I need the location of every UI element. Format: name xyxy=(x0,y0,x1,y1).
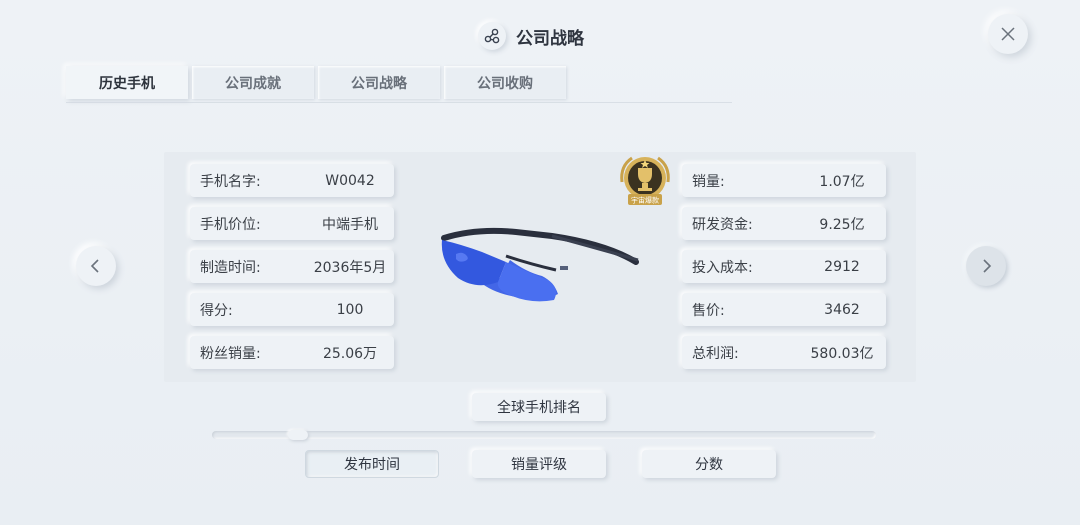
page-header: 公司战略 xyxy=(478,20,584,52)
field-label: 售价: xyxy=(692,302,725,319)
field-price-tier: 手机价位: 中端手机 xyxy=(190,207,394,240)
field-selling-price: 售价: 3462 xyxy=(682,293,886,326)
field-value: 2912 xyxy=(824,258,860,275)
tab-company-strategy[interactable]: 公司战略 xyxy=(318,66,440,99)
tab-company-acquisitions[interactable]: 公司收购 xyxy=(444,66,566,99)
field-value: 9.25亿 xyxy=(819,216,865,233)
trophy-badge-icon: 宇宙爆款 xyxy=(620,156,670,205)
field-score: 得分: 100 xyxy=(190,293,394,326)
field-value: 100 xyxy=(336,301,364,318)
field-manufacture-date: 制造时间: 2036年5月 xyxy=(190,250,394,283)
phone-product-image xyxy=(441,227,639,302)
field-value: 1.07亿 xyxy=(819,173,865,190)
tab-bar: 历史手机 公司成就 公司战略 公司收购 xyxy=(66,66,732,103)
sort-by-sales-rating-button[interactable]: 销量评级 xyxy=(472,450,606,478)
previous-button[interactable] xyxy=(76,246,116,286)
field-label: 投入成本: xyxy=(692,259,753,276)
sort-by-score-button[interactable]: 分数 xyxy=(642,450,776,478)
sort-by-release-time-button[interactable]: 发布时间 xyxy=(305,450,439,478)
field-value: 中端手机 xyxy=(322,216,378,233)
next-button[interactable] xyxy=(966,246,1006,286)
field-input-cost: 投入成本: 2912 xyxy=(682,250,886,283)
field-value: 3462 xyxy=(824,301,860,318)
field-value: 25.06万 xyxy=(322,345,378,362)
field-label: 手机名字: xyxy=(200,173,261,190)
field-label: 研发资金: xyxy=(692,216,753,233)
scroll-thumb[interactable] xyxy=(288,430,308,440)
field-sales: 销量: 1.07亿 xyxy=(682,164,886,197)
field-fan-sales: 粉丝销量: 25.06万 xyxy=(190,336,394,369)
field-label: 总利润: xyxy=(692,345,739,362)
field-label: 粉丝销量: xyxy=(200,345,261,362)
field-value: 2036年5月 xyxy=(313,259,387,276)
field-label: 得分: xyxy=(200,302,233,319)
page-title: 公司战略 xyxy=(516,28,584,49)
field-label: 手机价位: xyxy=(200,216,261,233)
global-ranking-button[interactable]: 全球手机排名 xyxy=(472,393,606,421)
scroll-track[interactable] xyxy=(212,431,876,439)
field-label: 制造时间: xyxy=(200,259,261,276)
tab-company-achievements[interactable]: 公司成就 xyxy=(192,66,314,99)
field-total-profit: 总利润: 580.03亿 xyxy=(682,336,886,369)
chevron-right-icon xyxy=(983,259,992,273)
share-nodes-icon xyxy=(478,22,506,50)
field-value: W0042 xyxy=(325,172,375,189)
field-rd-funds: 研发资金: 9.25亿 xyxy=(682,207,886,240)
close-button[interactable] xyxy=(988,14,1028,54)
field-value: 580.03亿 xyxy=(810,345,874,362)
tab-history-phones[interactable]: 历史手机 xyxy=(66,66,188,99)
field-label: 销量: xyxy=(692,173,725,190)
close-icon xyxy=(1001,27,1015,41)
chevron-left-icon xyxy=(90,259,99,273)
field-phone-name: 手机名字: W0042 xyxy=(190,164,394,197)
phone-detail-panel: 手机名字: W0042 手机价位: 中端手机 制造时间: 2036年5月 得分:… xyxy=(164,152,916,382)
badge-text: 宇宙爆款 xyxy=(631,196,659,205)
